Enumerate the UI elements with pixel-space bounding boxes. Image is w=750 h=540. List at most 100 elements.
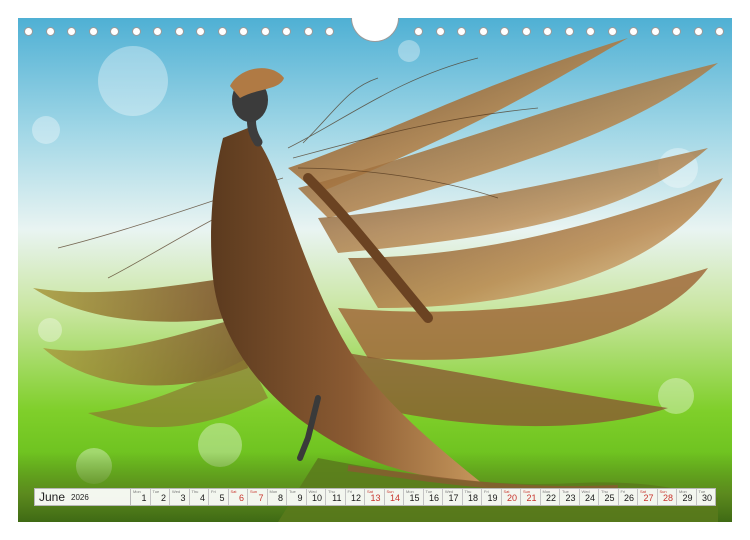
- day-cell: Mon 15: [404, 489, 424, 505]
- wire-binding-hole-icon: [45, 27, 55, 36]
- day-cell: Sun 7: [248, 489, 268, 505]
- day-number: 3: [180, 493, 186, 503]
- day-cell: Sun 14: [385, 489, 404, 505]
- day-number: 24: [584, 493, 595, 503]
- weekday-abbr: Tue: [289, 489, 296, 494]
- day-number: 1: [141, 493, 147, 503]
- day-cell: Thu 18: [463, 489, 482, 505]
- wire-binding-hole-icon: [303, 27, 313, 36]
- wire-binding-hole-icon: [607, 27, 617, 36]
- wire-binding-hole-icon: [174, 27, 184, 36]
- day-number: 5: [219, 493, 225, 503]
- wire-binding-hole-icon: [24, 27, 33, 36]
- day-number: 11: [332, 493, 342, 503]
- day-number: 26: [623, 493, 634, 503]
- wire-binding-hole-icon: [153, 27, 162, 36]
- wire-binding-hole-icon: [457, 27, 466, 36]
- weekday-abbr: Mon: [269, 489, 278, 494]
- wire-binding-hole-icon: [196, 27, 205, 36]
- day-cell: Wed 10: [307, 489, 326, 505]
- dancing-woman-artwork: [33, 38, 723, 522]
- day-number: 25: [604, 493, 615, 503]
- day-number: 21: [526, 493, 537, 503]
- weekday-abbr: Tue: [152, 489, 160, 494]
- weekday-abbr: Sun: [250, 489, 258, 494]
- day-cell: Tue 30: [697, 489, 716, 505]
- day-cell: Mon 29: [677, 489, 697, 505]
- wire-binding-hole-icon: [672, 27, 681, 36]
- day-cell: Fri 26: [619, 489, 638, 505]
- day-number: 22: [545, 493, 556, 503]
- wire-binding-hole-icon: [564, 27, 574, 36]
- wire-binding-hole-icon: [110, 27, 119, 36]
- calendar-date-strip: June 2026 Mon 1 Tue 2 Wed 3 Thu 4 Fri 5 Sat 6 Sun 7 Mo…: [34, 488, 716, 506]
- day-number: 17: [448, 493, 459, 503]
- day-number: 15: [409, 493, 420, 503]
- day-number: 6: [238, 493, 244, 503]
- day-cell: Wed 17: [443, 489, 463, 505]
- day-number: 28: [662, 493, 673, 503]
- wire-binding-hole-icon: [435, 27, 445, 36]
- wall-hanger-notch-icon: [351, 18, 399, 42]
- month-label: June 2026: [35, 489, 131, 505]
- wire-binding-hole-icon: [88, 27, 98, 36]
- weekday-abbr: Fri: [211, 489, 216, 494]
- day-number: 16: [428, 493, 439, 503]
- day-cell: Mon 22: [541, 489, 560, 505]
- day-cell: Sat 27: [638, 489, 658, 505]
- day-number: 8: [277, 493, 283, 503]
- wire-binding-hole-icon: [693, 27, 703, 36]
- day-cells: Mon 1 Tue 2 Wed 3 Thu 4 Fri 5 Sat 6 Sun 7 Mon 8 Tue 9 Wed 1…: [131, 489, 715, 505]
- day-cell: Sat 13: [365, 489, 385, 505]
- day-cell: Sun 21: [521, 489, 541, 505]
- day-number: 12: [350, 493, 361, 503]
- day-cell: Wed 3: [170, 489, 190, 505]
- day-cell: Tue 23: [560, 489, 580, 505]
- wire-binding-hole-icon: [715, 27, 724, 36]
- wire-binding-hole-icon: [260, 27, 270, 36]
- day-number: 9: [297, 493, 303, 503]
- wire-binding-hole-icon: [521, 27, 531, 36]
- calendar-page: [18, 18, 732, 522]
- day-number: 29: [682, 493, 693, 503]
- wire-binding-hole-icon: [217, 27, 227, 36]
- weekday-abbr: Thu: [191, 489, 199, 494]
- day-number: 14: [389, 493, 400, 503]
- day-cell: Sun 28: [658, 489, 677, 505]
- day-cell: Thu 4: [190, 489, 209, 505]
- day-cell: Mon 8: [268, 489, 287, 505]
- wire-binding-hole-icon: [500, 27, 509, 36]
- weekday-abbr: Wed: [172, 489, 181, 494]
- day-cell: Sat 20: [502, 489, 521, 505]
- day-number: 10: [311, 493, 322, 503]
- wire-binding-hole-icon: [543, 27, 552, 36]
- day-number: 20: [506, 493, 517, 503]
- wire-binding-hole-icon: [650, 27, 660, 36]
- day-cell: Tue 2: [151, 489, 170, 505]
- day-cell: Mon 1: [131, 489, 151, 505]
- wire-binding-hole-icon: [414, 27, 423, 36]
- wire-binding-hole-icon: [478, 27, 488, 36]
- day-cell: Tue 16: [424, 489, 443, 505]
- wire-binding-hole-icon: [239, 27, 248, 36]
- day-cell: Thu 25: [599, 489, 619, 505]
- wire-binding-hole-icon: [629, 27, 638, 36]
- wire-binding-hole-icon: [67, 27, 76, 36]
- day-cell: Thu 11: [326, 489, 346, 505]
- day-cell: Fri 5: [209, 489, 229, 505]
- day-cell: Tue 9: [287, 489, 307, 505]
- weekday-abbr: Mon: [133, 489, 141, 494]
- day-number: 13: [370, 493, 381, 503]
- wire-binding-hole-icon: [586, 27, 595, 36]
- day-number: 19: [487, 493, 498, 503]
- wire-binding: [0, 0, 750, 42]
- weekday-abbr: Sat: [230, 489, 237, 494]
- day-number: 7: [258, 493, 264, 503]
- day-number: 23: [565, 493, 576, 503]
- wire-binding-hole-icon: [131, 27, 141, 36]
- day-cell: Fri 12: [346, 489, 365, 505]
- day-number: 18: [467, 493, 478, 503]
- month-year: 2026: [71, 492, 89, 502]
- day-cell: Wed 24: [580, 489, 599, 505]
- day-cell: Fri 19: [482, 489, 502, 505]
